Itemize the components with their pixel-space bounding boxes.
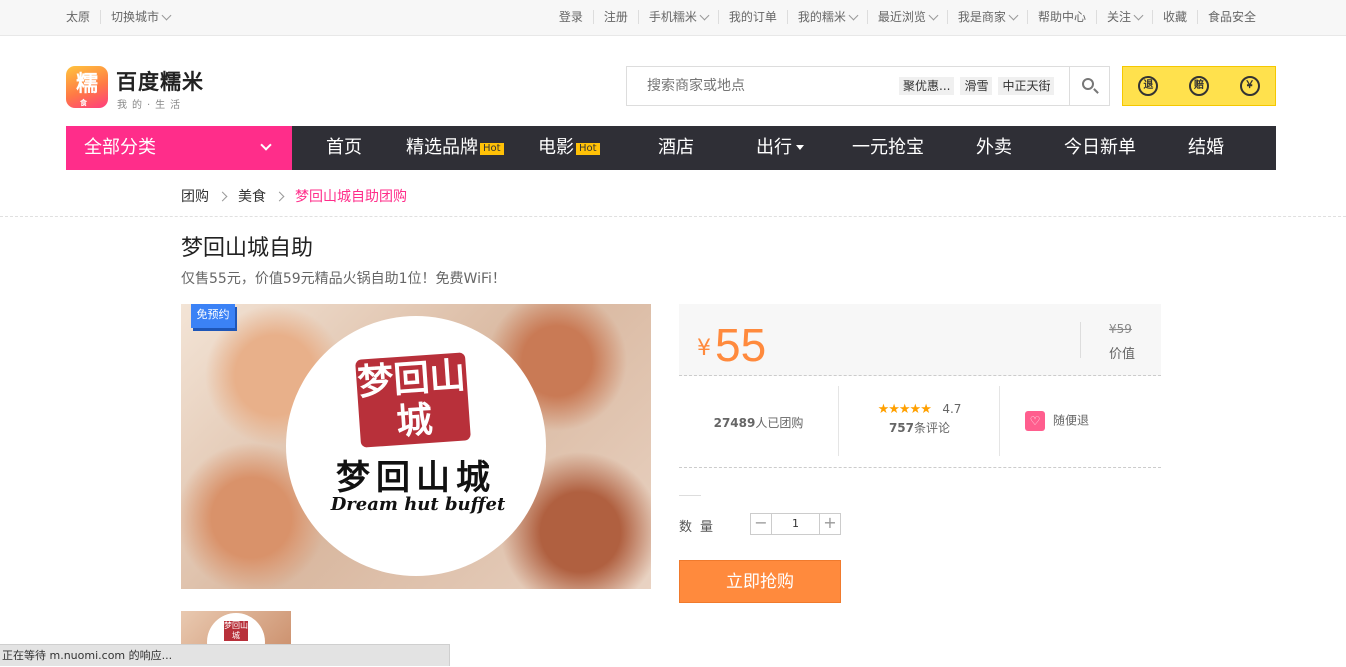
- original-price: ¥59: [1109, 322, 1132, 336]
- current-city: 太原: [66, 10, 91, 24]
- search-button[interactable]: [1069, 67, 1109, 105]
- restaurant-logo: 梦回山城 梦回山城 Dream hut buffet: [286, 316, 546, 576]
- increase-button[interactable]: +: [820, 514, 840, 534]
- deal-price: 55: [715, 319, 767, 371]
- chevron-right-icon: [217, 191, 228, 201]
- price-box: ¥ 55 ¥59 价值: [679, 304, 1161, 376]
- rating-score: 4.7: [942, 402, 962, 416]
- search-input[interactable]: [627, 67, 897, 105]
- breadcrumb: 团购 美食 梦回山城自助团购: [181, 186, 407, 206]
- nav-item-hotels[interactable]: 酒店: [658, 126, 694, 170]
- my-nuomi-link[interactable]: 我的糯米: [786, 10, 867, 24]
- decrease-button[interactable]: −: [751, 514, 771, 534]
- deal-subtitle: 仅售55元，价值59元精品火锅自助1位！免费WiFi！: [181, 271, 506, 287]
- chevron-down-icon: [161, 10, 172, 21]
- breadcrumb-item[interactable]: 美食: [238, 186, 266, 206]
- nav-item-home[interactable]: 首页: [326, 126, 362, 170]
- chevron-down-icon: [848, 10, 859, 21]
- hot-badge: Hot: [480, 143, 504, 155]
- hot-words: 聚优惠... 滑雪 中正天街: [899, 77, 1060, 95]
- quantity-input[interactable]: 1: [771, 514, 820, 534]
- logo-chinese-name: 梦回山城: [336, 458, 496, 498]
- hot-word[interactable]: 中正天街: [998, 77, 1055, 95]
- deal-main-image: 免预约 梦回山城 梦回山城 Dream hut buffet: [181, 304, 651, 589]
- chevron-right-icon: [274, 191, 285, 201]
- nav-item-takeout[interactable]: 外卖: [976, 126, 1012, 170]
- buy-now-button[interactable]: 立即抢购: [679, 560, 841, 603]
- logo-seal: 梦回山城: [355, 352, 471, 448]
- hot-badge: Hot: [576, 143, 600, 155]
- chevron-down-icon: [699, 10, 710, 21]
- nav-item-movies[interactable]: 电影 Hot: [538, 126, 600, 170]
- refund-icon: 退: [1138, 76, 1159, 96]
- currency-symbol: ¥: [697, 336, 711, 361]
- deal-title: 梦回山城自助: [181, 236, 314, 261]
- heart-icon: ♡: [1025, 411, 1045, 431]
- browser-status-bar: 正在等待 m.nuomi.com 的响应...: [0, 644, 450, 666]
- refund-policy: ♡ 随便退: [1001, 386, 1161, 456]
- original-price-label: 价值: [1109, 347, 1136, 362]
- nav-item-wedding[interactable]: 结婚: [1188, 126, 1224, 170]
- recent-views-link[interactable]: 最近浏览: [866, 10, 947, 24]
- nuomi-logo[interactable]: 糯 食: [66, 66, 108, 108]
- rating-summary[interactable]: ★★★★★ 4.7 757条评论: [840, 386, 1000, 456]
- divider: [1080, 322, 1081, 358]
- compensation-icon: 赔: [1188, 76, 1209, 96]
- brand-name[interactable]: 百度糯米: [116, 66, 204, 96]
- nav-item-one-yuan[interactable]: 一元抢宝: [852, 126, 924, 170]
- login-link[interactable]: 登录: [559, 10, 593, 24]
- nav-item-new-today[interactable]: 今日新单: [1064, 126, 1136, 170]
- divider: [0, 216, 1346, 217]
- quantity-label: 数量: [679, 520, 722, 535]
- site-header: 糯 食 百度糯米 我的·生活 聚优惠... 滑雪 中正天街 退 赔 ￥: [0, 36, 1346, 126]
- nav-item-travel[interactable]: 出行: [756, 126, 804, 170]
- brand-slogan: 我的·生活: [117, 100, 186, 111]
- help-center-link[interactable]: 帮助中心: [1026, 10, 1096, 24]
- chevron-down-icon: [1008, 10, 1019, 21]
- register-link[interactable]: 注册: [592, 10, 638, 24]
- deal-stats: 27489人已团购 ★★★★★ 4.7 757条评论 ♡ 随便退: [679, 376, 1161, 468]
- chevron-down-icon: [1133, 10, 1144, 21]
- money-back-icon: ￥: [1239, 76, 1260, 96]
- follow-link[interactable]: 关注: [1095, 10, 1152, 24]
- nav-item-brands[interactable]: 精选品牌 Hot: [406, 126, 504, 170]
- search-box: 聚优惠... 滑雪 中正天街: [626, 66, 1110, 106]
- sold-count: 27489人已团购: [679, 386, 839, 456]
- favorites-link[interactable]: 收藏: [1151, 10, 1197, 24]
- breadcrumb-current: 梦回山城自助团购: [295, 189, 407, 205]
- hot-word[interactable]: 聚优惠...: [899, 77, 955, 95]
- top-bar: 太原 切换城市 登录 注册 手机糯米 我的订单 我的糯米 最近浏览 我是商家 帮…: [0, 0, 1346, 36]
- main-nav: 全部分类 首页 精选品牌 Hot 电影 Hot 酒店 出行 一元抢宝 外卖 今日新单…: [66, 126, 1276, 170]
- logo-english-name: Dream hut buffet: [330, 494, 506, 515]
- divider: [679, 495, 701, 496]
- chevron-down-icon: [928, 10, 939, 21]
- chevron-down-icon: [260, 139, 272, 151]
- dropdown-triangle-icon: [796, 145, 804, 150]
- no-reservation-badge: 免预约: [191, 304, 235, 328]
- quantity-stepper: − 1 +: [750, 513, 841, 535]
- all-categories-button[interactable]: 全部分类: [66, 126, 292, 170]
- switch-city-link[interactable]: 切换城市: [100, 10, 180, 24]
- hot-word[interactable]: 滑雪: [960, 77, 993, 95]
- merchant-link[interactable]: 我是商家: [946, 10, 1027, 24]
- star-rating-icon: ★★★★★: [877, 402, 932, 417]
- guarantee-badges[interactable]: 退 赔 ￥: [1122, 66, 1276, 106]
- breadcrumb-item[interactable]: 团购: [181, 186, 209, 206]
- my-orders-link[interactable]: 我的订单: [717, 10, 787, 24]
- mobile-nuomi-link[interactable]: 手机糯米: [637, 10, 718, 24]
- food-safety-link[interactable]: 食品安全: [1196, 10, 1266, 24]
- search-icon: [1082, 78, 1094, 90]
